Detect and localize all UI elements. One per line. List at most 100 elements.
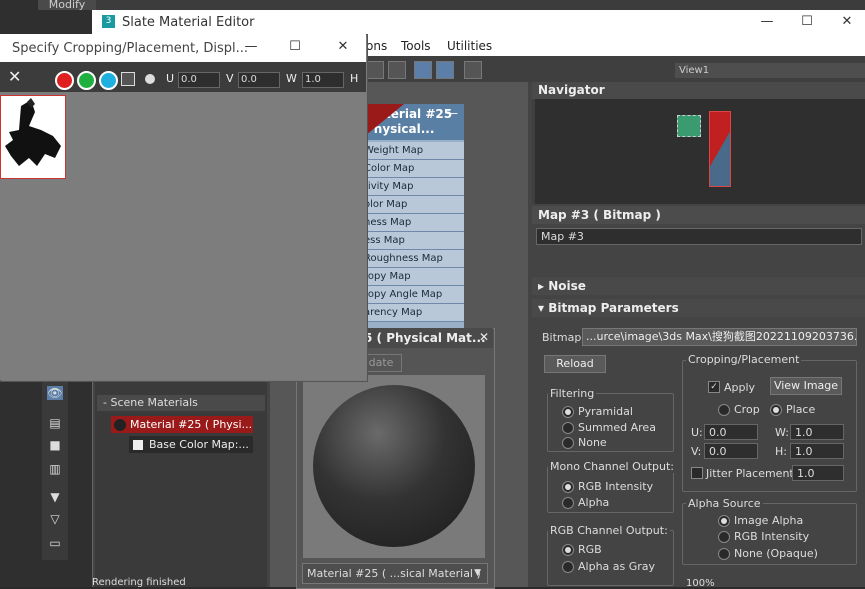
monochrome-icon[interactable] (121, 72, 135, 86)
toolbar-list-icon[interactable] (414, 61, 432, 79)
tree-item-material[interactable]: Material #25 ( Physi... (111, 416, 253, 433)
navigator-view[interactable] (535, 99, 865, 204)
jitter-checkbox[interactable] (691, 467, 703, 479)
material-sphere-preview (313, 385, 475, 547)
apply-checkbox[interactable]: ✓ (708, 381, 720, 393)
view-image-button[interactable]: View Image (770, 377, 842, 395)
radio-crop[interactable] (718, 404, 730, 416)
node-slot[interactable]: olor Map (360, 196, 464, 214)
bitmap-crop-region[interactable] (0, 95, 66, 179)
alpha-icon[interactable] (145, 74, 155, 84)
radio-alpha-as-gray[interactable] (562, 561, 574, 573)
rgb-intensity-label: RGB Intensity (578, 480, 654, 493)
blue-channel-button[interactable] (99, 71, 118, 90)
filter-add-icon[interactable]: ▼ (47, 490, 63, 504)
menu-options[interactable]: ons (366, 39, 387, 53)
node-slot[interactable]: tivity Map (360, 178, 464, 196)
slate-title: Slate Material Editor (122, 15, 255, 30)
node-slot[interactable]: Color Map (360, 160, 464, 178)
radio-image-alpha[interactable] (718, 515, 730, 527)
preview-title: 5 ( Physical Mat... (364, 331, 486, 345)
v-label: V: (691, 445, 702, 458)
radio-rgb[interactable] (562, 544, 574, 556)
radio-place[interactable] (770, 404, 782, 416)
reload-button[interactable]: Reload (544, 355, 606, 373)
preview-material-select[interactable]: Material #25 ( ...sical Material ) ▼ (302, 563, 488, 584)
slate-title-bar: 3 Slate Material Editor — ☐ ✕ (92, 10, 865, 34)
node-slot[interactable]: Roughness Map (360, 250, 464, 268)
dialog-v-label: V (226, 72, 234, 85)
none-opaque-label: None (Opaque) (734, 547, 818, 560)
toolbar-move-icon[interactable] (388, 61, 406, 79)
tree-item-base-color-map[interactable]: Base Color Map:... (129, 436, 253, 453)
dialog-maximize-icon[interactable]: ☐ (284, 38, 306, 56)
node-slot[interactable]: Weight Map (360, 142, 464, 160)
rgb-channel-label: RGB Channel Output: (548, 524, 670, 537)
none-label: None (578, 436, 607, 449)
crop-label: Crop (734, 403, 760, 416)
summed-area-label: Summed Area (578, 421, 656, 434)
dialog-w-spinner[interactable]: 1.0 (302, 72, 344, 88)
node-slot[interactable]: arency Map (360, 304, 464, 322)
dialog-h-label: H (350, 72, 359, 85)
u-label: U: (691, 426, 703, 439)
cropping-placement-label: Cropping/Placement (686, 353, 802, 366)
node-slot[interactable]: ness Map (360, 214, 464, 232)
dialog-minimize-icon[interactable]: — (240, 38, 262, 56)
modify-mode-tab[interactable]: Modify Mode (38, 0, 96, 10)
node-collapse-icon[interactable]: — (446, 106, 458, 120)
jitter-spinner[interactable]: 1.0 (792, 465, 844, 481)
node-slot-list: Weight Map Color Map tivity Map olor Map… (360, 142, 464, 328)
bitmap-path-button[interactable]: ...urce\image\3ds Max\搜狗截图20221109203736… (582, 328, 857, 346)
maximize-icon[interactable]: ☐ (796, 13, 818, 31)
chevron-down-icon: ▼ (474, 568, 481, 578)
toolbar-pick-icon[interactable] (464, 61, 482, 79)
toolbar-layout-icon[interactable] (366, 61, 384, 79)
place-label: Place (786, 403, 816, 416)
toolbar-grid-icon[interactable] (436, 61, 454, 79)
red-channel-button[interactable] (55, 71, 74, 90)
document-icon[interactable]: ▤ (47, 416, 63, 430)
radio-alpha-rgb-intensity[interactable] (718, 531, 730, 543)
preview-close-icon[interactable]: ✕ (479, 330, 489, 344)
square-icon[interactable]: ■ (47, 438, 63, 452)
node-slot[interactable]: ropy Map (360, 268, 464, 286)
eye-icon[interactable]: 👁 (47, 386, 63, 400)
bitmap-parameters-rollout[interactable]: ▾ Bitmap Parameters (532, 299, 865, 317)
dialog-v-spinner[interactable]: 0.0 (238, 72, 280, 88)
filtering-label: Filtering (548, 387, 597, 400)
radio-none[interactable] (562, 437, 574, 449)
minimize-icon[interactable]: — (756, 13, 778, 31)
radio-summed-area[interactable] (562, 422, 574, 434)
folder-icon[interactable]: ▭ (47, 536, 63, 550)
list-icon[interactable]: ▥ (47, 462, 63, 476)
w-spinner[interactable]: 1.0 (790, 424, 844, 440)
node-slot[interactable]: ropy Angle Map (360, 286, 464, 304)
apply-label: Apply (724, 381, 756, 394)
map-header: Map #3 ( Bitmap ) (532, 206, 865, 224)
map-name-field[interactable]: Map #3 (536, 228, 862, 245)
green-channel-button[interactable] (77, 71, 96, 90)
view-tab[interactable]: View1 (675, 63, 865, 78)
dialog-u-spinner[interactable]: 0.0 (178, 72, 220, 88)
radio-none-opaque[interactable] (718, 548, 730, 560)
zoom-level[interactable]: 100% (686, 578, 715, 589)
noise-rollout[interactable]: ▸ Noise (532, 277, 865, 295)
node-slot[interactable]: ess Map (360, 232, 464, 250)
h-spinner[interactable]: 1.0 (790, 443, 844, 459)
menu-tools[interactable]: Tools (401, 39, 431, 53)
radio-pyramidal[interactable] (562, 406, 574, 418)
reset-x-icon[interactable]: ✕ (8, 67, 21, 86)
dialog-title-bar: Specify Cropping/Placement, Displ... — ☐… (0, 34, 366, 62)
filter-icon[interactable]: ▽ (47, 512, 63, 526)
navigator-node-green (677, 115, 701, 137)
close-icon[interactable]: ✕ (836, 13, 858, 31)
menu-utilities[interactable]: Utilities (447, 39, 492, 53)
u-spinner[interactable]: 0.0 (704, 424, 758, 440)
v-spinner[interactable]: 0.0 (704, 443, 758, 459)
radio-rgb-intensity[interactable] (562, 481, 574, 493)
mono-channel-label: Mono Channel Output: (548, 460, 676, 473)
radio-alpha[interactable] (562, 497, 574, 509)
dialog-close-icon[interactable]: ✕ (332, 38, 354, 56)
scene-materials-header[interactable]: - Scene Materials (97, 395, 265, 411)
